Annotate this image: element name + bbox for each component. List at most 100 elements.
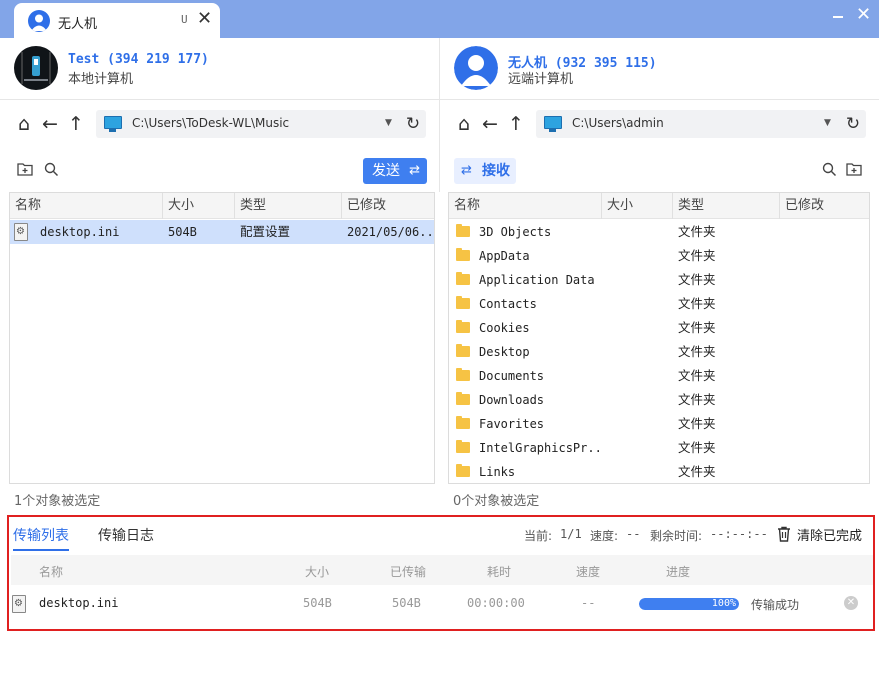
folder-row[interactable]: AppData 文件夹 [449, 244, 869, 268]
column-size[interactable]: 大小 [602, 193, 673, 219]
remaining-label: 剩余时间: [650, 529, 703, 543]
up-arrow-icon[interactable]: ↑ [65, 113, 87, 135]
progress-label: 100% [711, 598, 736, 609]
folder-name: Links [479, 465, 516, 479]
tab-transfer-list[interactable]: 传输列表 [13, 525, 69, 551]
window-minimize-icon[interactable] [832, 2, 846, 32]
search-icon[interactable] [820, 162, 838, 180]
user-avatar-icon [28, 10, 50, 32]
home-icon[interactable]: ⌂ [13, 113, 35, 135]
back-arrow-icon[interactable]: ← [39, 113, 61, 135]
transfer-file-name: desktop.ini [39, 596, 119, 610]
column-name[interactable]: 名称 [449, 193, 602, 219]
remote-device-label: 远端计算机 [508, 72, 574, 87]
settings-file-icon [14, 223, 28, 241]
folder-row[interactable]: 3D Objects 文件夹 [449, 220, 869, 244]
folder-icon [456, 224, 470, 237]
back-arrow-icon[interactable]: ← [479, 113, 501, 135]
column-modified[interactable]: 已修改 [342, 193, 434, 219]
tab-transfer-log[interactable]: 传输日志 [98, 525, 154, 545]
chevron-down-icon[interactable]: ▼ [824, 118, 831, 128]
remote-path-field[interactable]: C:\Users\admin ▼ [536, 110, 866, 138]
column-speed: 速度 [576, 565, 601, 579]
remove-transfer-icon[interactable]: ✕ [844, 596, 858, 610]
new-folder-icon[interactable] [845, 162, 863, 180]
column-size[interactable]: 大小 [163, 193, 235, 219]
folder-type: 文件夹 [678, 440, 716, 455]
current-label: 当前: [524, 529, 553, 543]
settings-file-icon [12, 595, 26, 613]
folder-type: 文件夹 [678, 368, 716, 383]
folder-type: 文件夹 [678, 224, 716, 239]
folder-row[interactable]: Cookies 文件夹 [449, 316, 869, 340]
receive-button[interactable]: ⇄ 接收 [454, 158, 516, 184]
column-name[interactable]: 名称 [10, 193, 163, 219]
column-type[interactable]: 类型 [235, 193, 342, 219]
folder-type: 文件夹 [678, 344, 716, 359]
refresh-icon[interactable]: ↻ [842, 113, 864, 135]
home-icon[interactable]: ⌂ [453, 113, 475, 135]
remote-file-header: 名称 大小 类型 已修改 [449, 193, 869, 219]
up-arrow-icon[interactable]: ↑ [505, 113, 527, 135]
folder-icon [456, 248, 470, 261]
folder-type: 文件夹 [678, 320, 716, 335]
file-name: desktop.ini [40, 225, 120, 239]
new-folder-icon[interactable] [16, 162, 34, 180]
folder-type: 文件夹 [678, 464, 716, 479]
remote-nav-bar: ⌂ ← ↑ C:\Users\admin ▼ ↻ [440, 100, 879, 150]
send-button[interactable]: 发送 ⇄ [363, 158, 427, 184]
file-type: 配置设置 [240, 224, 291, 239]
folder-name: 3D Objects [479, 225, 552, 239]
remote-file-list[interactable]: 名称 大小 类型 已修改 3D Objects 文件夹 AppData 文件夹 Ap… [448, 192, 870, 484]
local-toolbar: 发送 ⇄ [0, 150, 440, 192]
speed-label: 速度: [590, 529, 619, 543]
folder-name: Cookies [479, 321, 530, 335]
folder-type: 文件夹 [678, 296, 716, 311]
clear-completed-button[interactable]: 清除已完成 [797, 525, 862, 544]
folder-row[interactable]: Documents 文件夹 [449, 364, 869, 388]
column-name: 名称 [39, 565, 64, 579]
tab-title: 无人机 [58, 17, 98, 32]
transfer-arrows-icon: ⇄ [409, 163, 420, 178]
computer-icon [104, 116, 122, 132]
folder-row[interactable]: Contacts 文件夹 [449, 292, 869, 316]
folder-row[interactable]: Favorites 文件夹 [449, 412, 869, 436]
local-file-list[interactable]: 名称 大小 类型 已修改 desktop.ini 504B 配置设置 2021/… [9, 192, 435, 484]
window-close-icon[interactable]: ✕ [856, 4, 871, 26]
folder-row[interactable]: IntelGraphicsPr... 文件夹 [449, 436, 869, 460]
title-bar: 无人机 U ✕ ✕ [0, 0, 879, 39]
session-tab[interactable]: 无人机 U ✕ [14, 3, 220, 39]
tab-close-icon[interactable]: ✕ [197, 8, 212, 29]
file-row[interactable]: desktop.ini 504B 配置设置 2021/05/06... [10, 220, 434, 244]
folder-name: Desktop [479, 345, 530, 359]
local-avatar [14, 46, 58, 90]
progress-bar: 100% [639, 598, 739, 610]
trash-icon[interactable] [777, 526, 791, 542]
folder-name: Documents [479, 369, 545, 383]
local-selection-status: 1个对象被选定 [14, 494, 101, 509]
folder-row[interactable]: Downloads 文件夹 [449, 388, 869, 412]
folder-icon [456, 464, 470, 477]
transfer-arrows-icon: ⇄ [461, 163, 472, 178]
chevron-down-icon[interactable]: ▼ [385, 118, 392, 128]
folder-name: Downloads [479, 393, 545, 407]
folder-row[interactable]: Links 文件夹 [449, 460, 869, 483]
transfer-transferred: 504B [392, 596, 421, 610]
folder-row[interactable]: Desktop 文件夹 [449, 340, 869, 364]
transfer-panel: 传输列表 传输日志 当前: 1/1 速度: -- 剩余时间: --:--:-- … [7, 515, 875, 631]
refresh-icon[interactable]: ↻ [402, 113, 424, 135]
file-size: 504B [168, 225, 197, 239]
local-path-field[interactable]: C:\Users\ToDesk-WL\Music ▼ [96, 110, 426, 138]
folder-icon [456, 416, 470, 429]
search-icon[interactable] [42, 162, 60, 180]
transfer-row[interactable]: desktop.ini 504B 504B 00:00:00 -- 100% 传… [11, 589, 873, 619]
folder-name: IntelGraphicsPr... [479, 441, 599, 455]
folder-row[interactable]: Application Data 文件夹 [449, 268, 869, 292]
column-modified[interactable]: 已修改 [780, 193, 869, 219]
folder-name: Favorites [479, 417, 545, 431]
transfer-status: 传输成功 [751, 598, 800, 612]
folder-name: AppData [479, 249, 530, 263]
column-type[interactable]: 类型 [673, 193, 780, 219]
computer-icon [544, 116, 562, 132]
column-elapsed: 耗时 [487, 565, 512, 579]
